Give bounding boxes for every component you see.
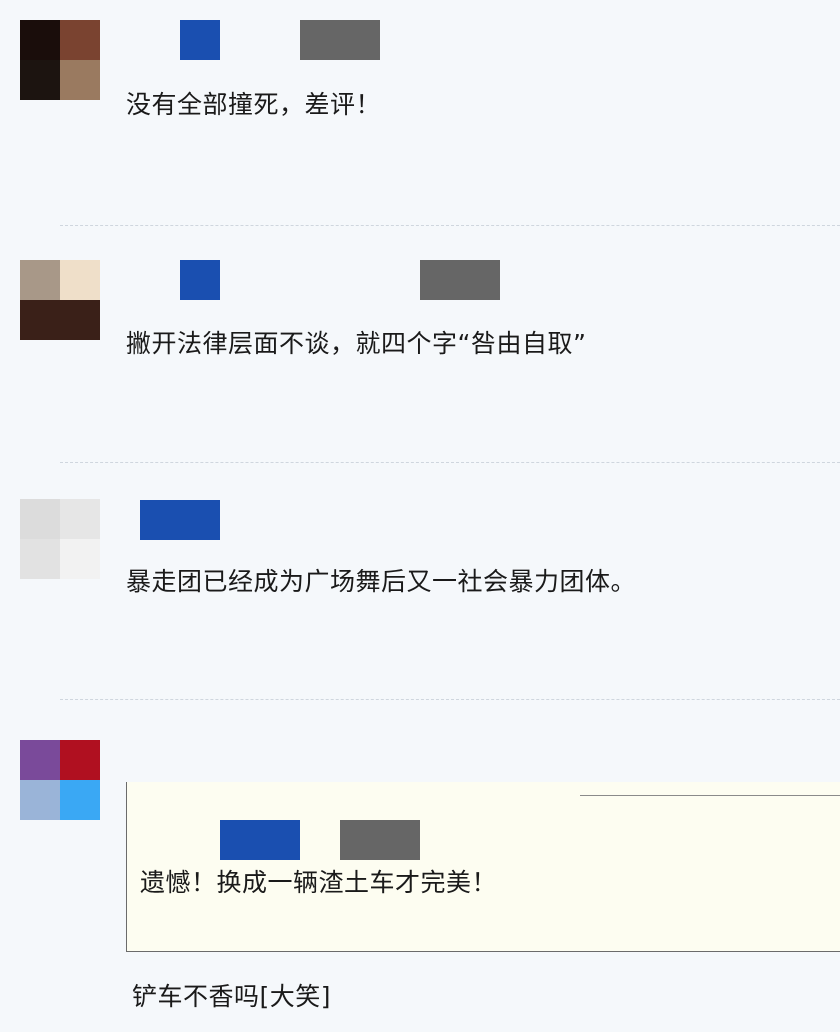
avatar-pixel — [60, 539, 100, 579]
quoted-redacted-username — [220, 820, 300, 860]
redacted-username — [140, 500, 220, 540]
avatar[interactable] — [20, 260, 100, 340]
avatar[interactable] — [20, 740, 100, 820]
comment-text: 铲车不香吗[大笑] — [132, 982, 332, 1011]
avatar-pixel — [60, 300, 100, 340]
avatar-pixel — [60, 260, 100, 300]
quote-divider — [580, 795, 840, 796]
comment-text: 撇开法律层面不谈，就四个字“咎由自取” — [126, 329, 587, 358]
avatar-pixel — [20, 20, 60, 60]
avatar-pixel — [20, 740, 60, 780]
comment-item: 没有全部撞死，差评！ — [0, 0, 840, 225]
comment-text: 没有全部撞死，差评！ — [126, 90, 382, 119]
redacted-username — [180, 260, 220, 300]
avatar-pixel — [60, 499, 100, 539]
comment-item: 撇开法律层面不谈，就四个字“咎由自取” — [0, 226, 840, 462]
avatar-pixel — [20, 780, 60, 820]
comment-text: 暴走团已经成为广场舞后又一社会暴力团体。 — [126, 567, 637, 596]
avatar-pixel — [20, 300, 60, 340]
avatar-pixel — [60, 20, 100, 60]
avatar-pixel — [60, 60, 100, 100]
redacted-meta — [420, 260, 500, 300]
avatar-pixel — [20, 539, 60, 579]
avatar-pixel — [20, 60, 60, 100]
redacted-meta — [300, 20, 380, 60]
avatar-pixel — [60, 780, 100, 820]
quoted-redacted-meta — [340, 820, 420, 860]
quoted-comment-text: 遗憾！换成一辆渣土车才完美！ — [140, 868, 498, 897]
avatar[interactable] — [20, 499, 100, 579]
avatar-pixel — [20, 260, 60, 300]
avatar-pixel — [20, 499, 60, 539]
avatar-pixel — [60, 740, 100, 780]
comment-item: 暴走团已经成为广场舞后又一社会暴力团体。 — [0, 463, 840, 699]
redacted-username — [180, 20, 220, 60]
avatar[interactable] — [20, 20, 100, 100]
